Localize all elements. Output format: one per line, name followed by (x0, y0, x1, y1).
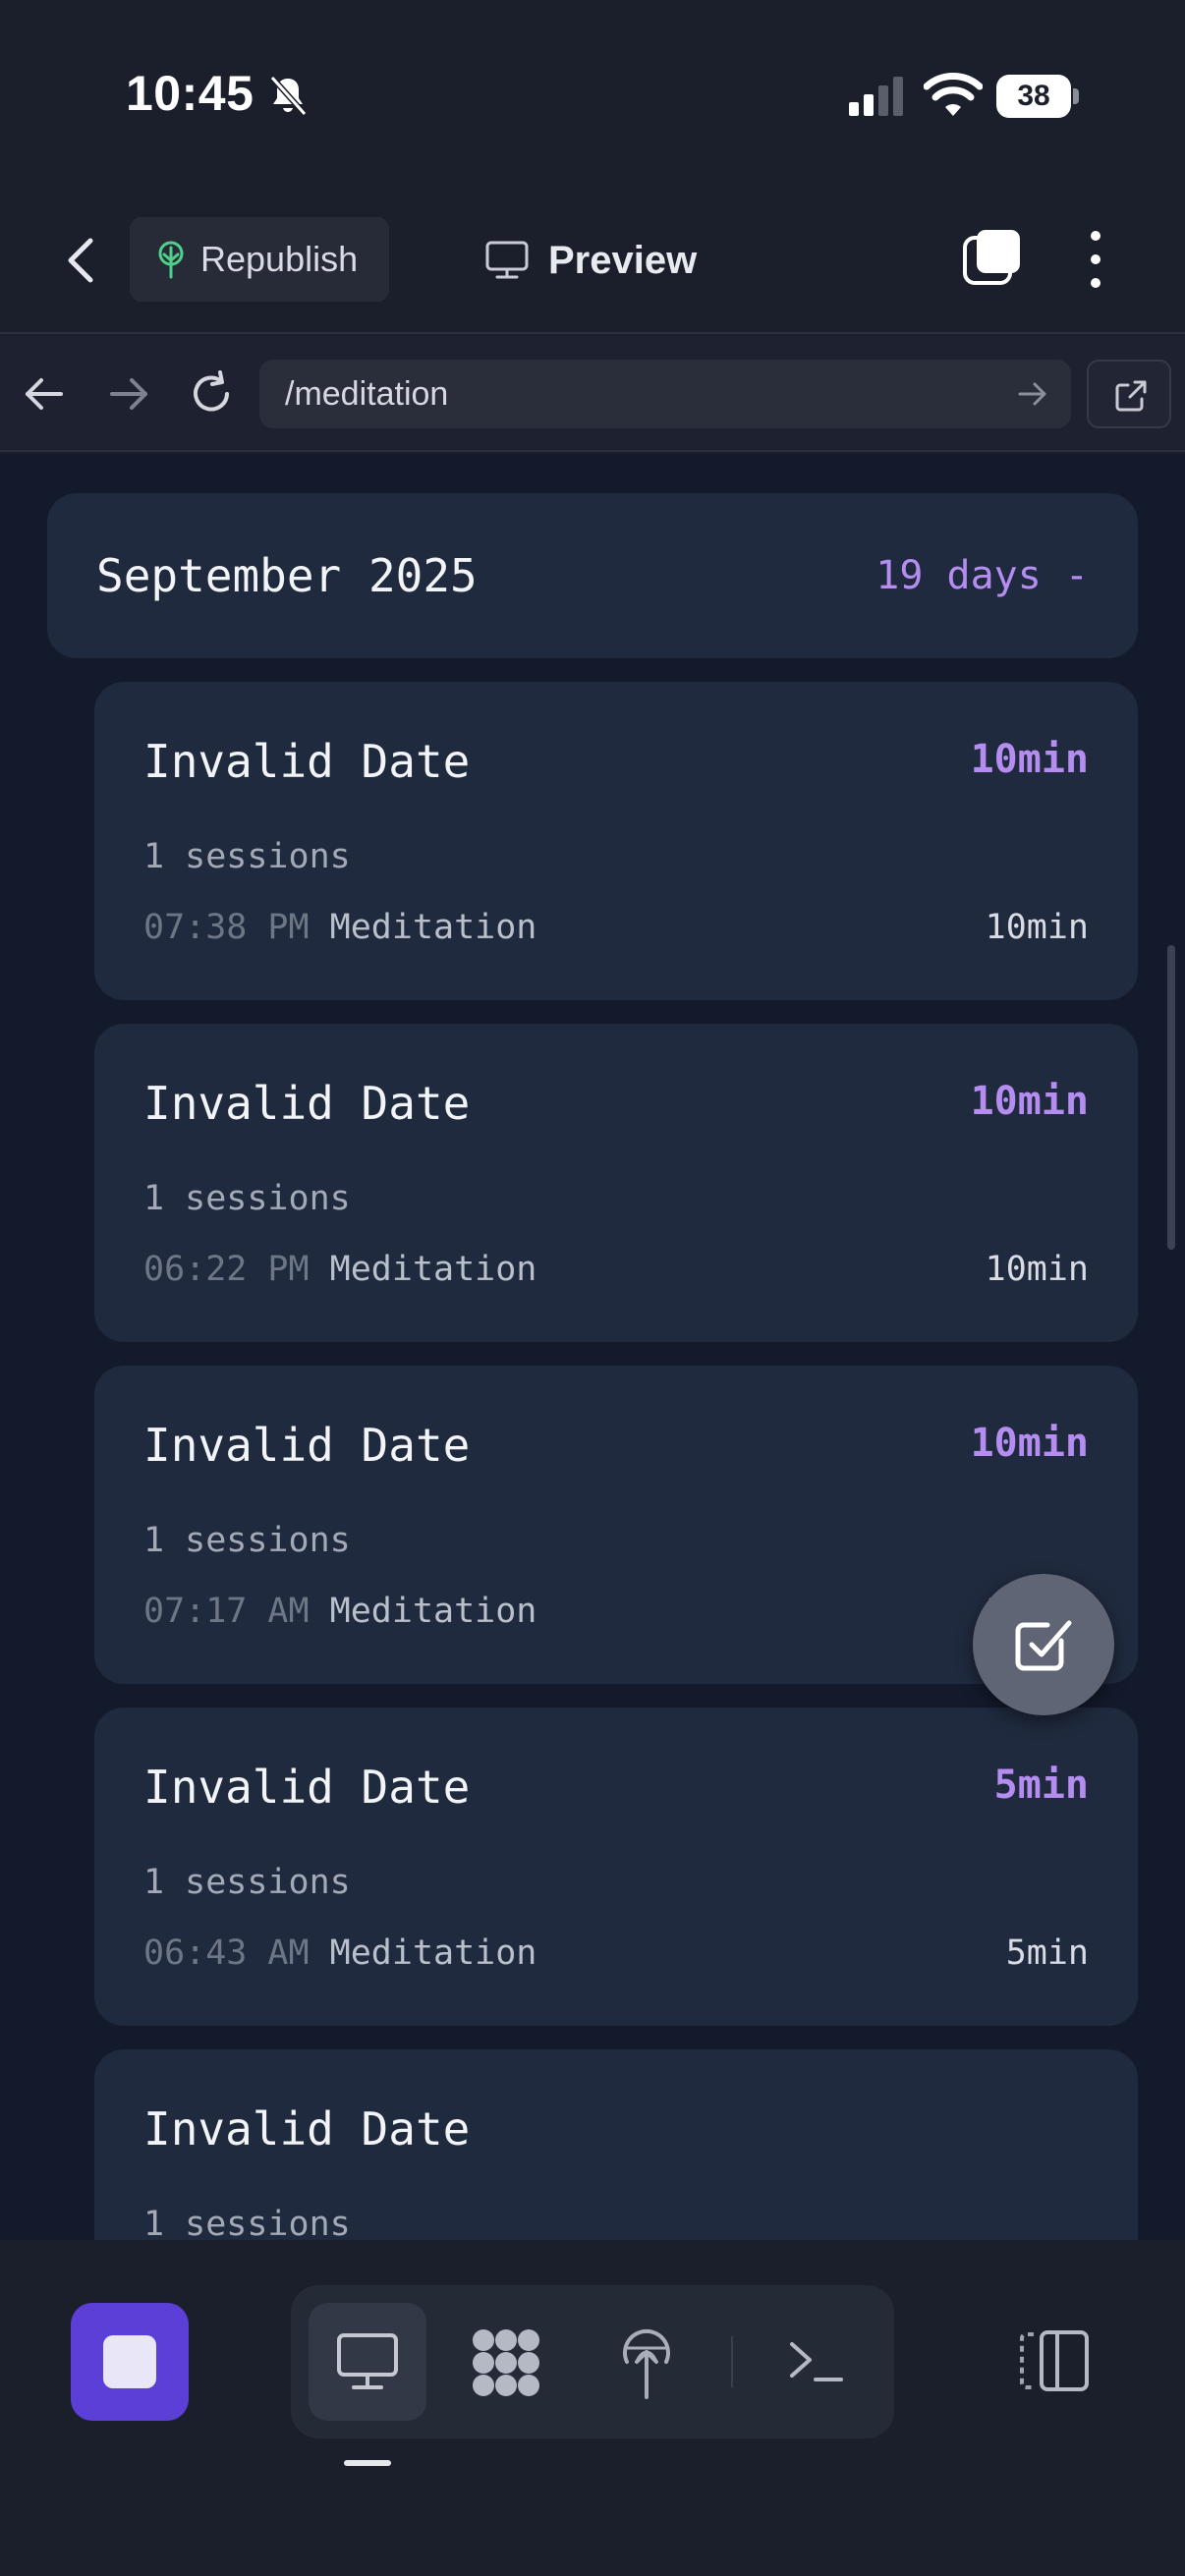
app-header: Republish Preview (0, 196, 1185, 334)
battery-cap (1073, 88, 1079, 104)
entry-duration: 5min (1005, 1933, 1089, 1973)
day-date: Invalid Date (143, 735, 471, 788)
split-view-icon[interactable] (1018, 2328, 1091, 2393)
day-card[interactable]: Invalid Date 1 sessions (94, 2049, 1138, 2240)
day-sessions: 1 sessions (143, 1863, 351, 1902)
day-card[interactable]: Invalid Date 10min 1 sessions 07:38 PM M… (94, 682, 1138, 1000)
day-total: 10min (970, 737, 1089, 782)
tabs-icon[interactable] (961, 226, 1024, 289)
reload-icon[interactable] (187, 369, 236, 419)
month-day-count: 19 days - (875, 553, 1089, 598)
external-link-icon (1115, 380, 1147, 412)
bottom-toolbar (0, 2240, 1185, 2576)
signal-icon (849, 77, 903, 116)
back-chevron-icon[interactable] (59, 233, 104, 288)
toolbar-divider (731, 2336, 733, 2387)
go-arrow-icon[interactable] (1018, 380, 1047, 408)
status-bar: 10:45 38 (0, 0, 1185, 177)
deploy-icon[interactable] (617, 2323, 676, 2401)
browser-bar: /meditation (0, 336, 1185, 452)
terminal-icon[interactable] (786, 2332, 845, 2391)
month-header[interactable]: September 2025 19 days - (47, 493, 1138, 658)
day-date: Invalid Date (143, 1419, 471, 1472)
desktop-view-button[interactable] (309, 2303, 426, 2421)
entry-duration: 10min (985, 1250, 1089, 1289)
bell-slash-icon (269, 76, 308, 116)
meditation-content[interactable]: September 2025 19 days - Invalid Date 10… (0, 454, 1185, 2240)
entry-time: 06:22 PM (143, 1250, 310, 1289)
day-sessions: 1 sessions (143, 2205, 351, 2240)
day-total: 5min (993, 1763, 1089, 1808)
log-session-fab[interactable] (973, 1574, 1114, 1715)
url-text: /meditation (285, 375, 449, 413)
day-card[interactable]: Invalid Date 10min 1 sessions 06:22 PM M… (94, 1024, 1138, 1342)
day-date: Invalid Date (143, 1077, 471, 1130)
day-sessions: 1 sessions (143, 1521, 351, 1560)
url-field[interactable]: /meditation (259, 360, 1071, 428)
battery-icon: 38 (996, 75, 1079, 118)
entry-time-row: 07:17 AM Meditation (143, 1592, 536, 1631)
status-time: 10:45 (126, 66, 254, 121)
monitor-icon (485, 241, 529, 279)
entry-name: Meditation (329, 1250, 537, 1289)
preview-tab[interactable]: Preview (485, 226, 697, 295)
entry-name: Meditation (329, 1592, 537, 1631)
day-sessions: 1 sessions (143, 837, 351, 876)
day-total: 10min (970, 1079, 1089, 1124)
republish-button[interactable]: Republish (130, 217, 389, 302)
wifi-icon (924, 73, 983, 116)
entry-time: 07:17 AM (143, 1592, 310, 1631)
active-tab-indicator (344, 2460, 391, 2466)
stop-button[interactable] (71, 2303, 189, 2421)
more-vertical-icon[interactable] (1081, 228, 1110, 291)
battery-level: 38 (1017, 80, 1050, 112)
entry-duration: 10min (985, 908, 1089, 947)
open-external-button[interactable] (1087, 360, 1171, 428)
preview-label: Preview (548, 238, 698, 282)
republish-label: Republish (200, 239, 359, 279)
day-total: 10min (970, 1421, 1089, 1466)
arrow-left-icon[interactable] (22, 371, 67, 417)
stop-icon (103, 2335, 156, 2388)
arrow-right-icon[interactable] (106, 371, 151, 417)
day-sessions: 1 sessions (143, 1179, 351, 1218)
entry-time-row: 06:22 PM Meditation (143, 1250, 536, 1289)
checkbox-icon (1015, 1620, 1072, 1671)
entry-time-row: 06:43 AM Meditation (143, 1933, 536, 1973)
entry-time: 07:38 PM (143, 908, 310, 947)
entry-time-row: 07:38 PM Meditation (143, 908, 536, 947)
entry-name: Meditation (329, 1933, 537, 1973)
dots-grid-icon[interactable] (470, 2326, 542, 2399)
scrollbar[interactable] (1167, 945, 1175, 1250)
desktop-icon (337, 2333, 398, 2389)
entry-time: 06:43 AM (143, 1933, 310, 1973)
day-date: Invalid Date (143, 2102, 471, 2156)
month-title: September 2025 (96, 549, 478, 602)
day-card[interactable]: Invalid Date 5min 1 sessions 06:43 AM Me… (94, 1708, 1138, 2026)
republish-tree-icon (158, 241, 184, 279)
tool-group (291, 2285, 894, 2438)
entry-name: Meditation (329, 908, 537, 947)
day-date: Invalid Date (143, 1761, 471, 1814)
